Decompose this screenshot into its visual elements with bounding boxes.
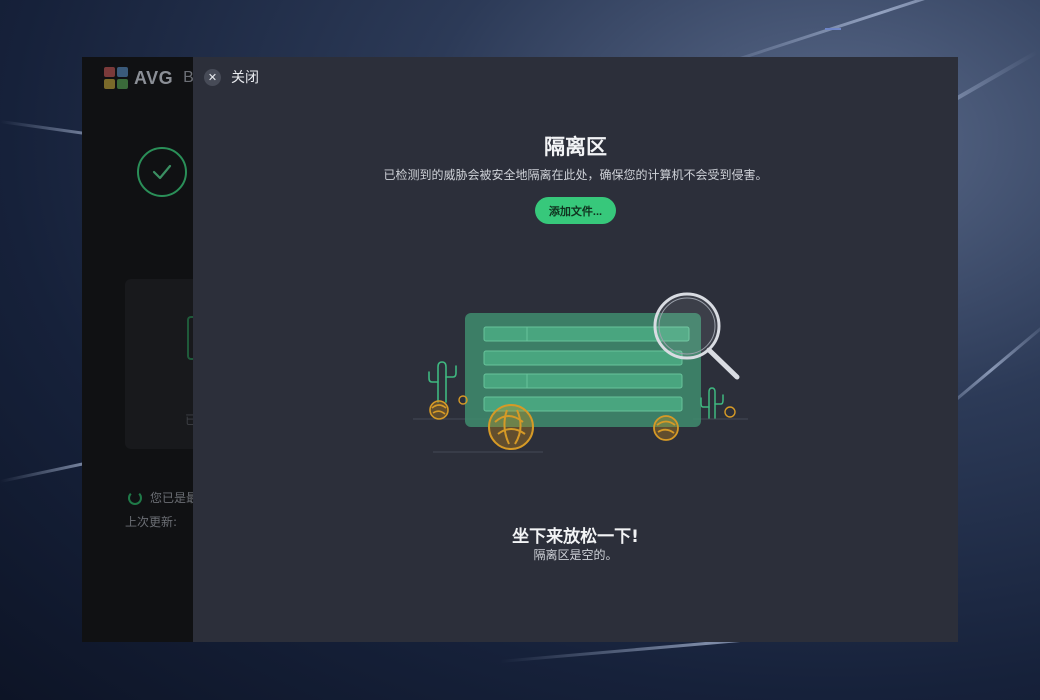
update-status-text: 您已是最 [150,491,199,505]
cactus-illustration [428,361,457,403]
quarantine-panel: ✕ 关闭 隔离区 已检测到的威胁会被安全地隔离在此处，确保您的计算机不会受到侵害… [193,57,958,642]
avg-logo-icon [104,67,128,89]
tumbleweed-illustration [429,400,449,420]
empty-quarantine-illustration [413,292,748,453]
cactus-illustration [700,387,724,419]
add-file-button[interactable]: 添加文件... [535,197,616,224]
check-icon [152,164,172,180]
last-update-label: 上次更新: [125,515,178,529]
page-title: 隔离区 [544,135,607,159]
brand-name: AVG [134,67,174,88]
status-check [137,147,187,197]
close-label: 关闭 [231,70,259,86]
update-status: 您已是最 [128,489,198,506]
close-icon: ✕ [204,68,221,86]
close-button[interactable]: ✕ 关闭 [204,67,259,87]
empty-state-title: 坐下来放松一下! [512,527,639,547]
window-indicator [825,28,841,30]
empty-state-subtitle: 隔离区是空的。 [533,548,618,562]
refresh-icon [128,490,142,505]
page-subtitle: 已检测到的威胁会被安全地隔离在此处，确保您的计算机不会受到侵害。 [383,168,768,182]
tumbleweed-illustration [488,404,534,450]
tumbleweed-illustration [724,406,736,418]
tumbleweed-illustration [653,415,679,441]
